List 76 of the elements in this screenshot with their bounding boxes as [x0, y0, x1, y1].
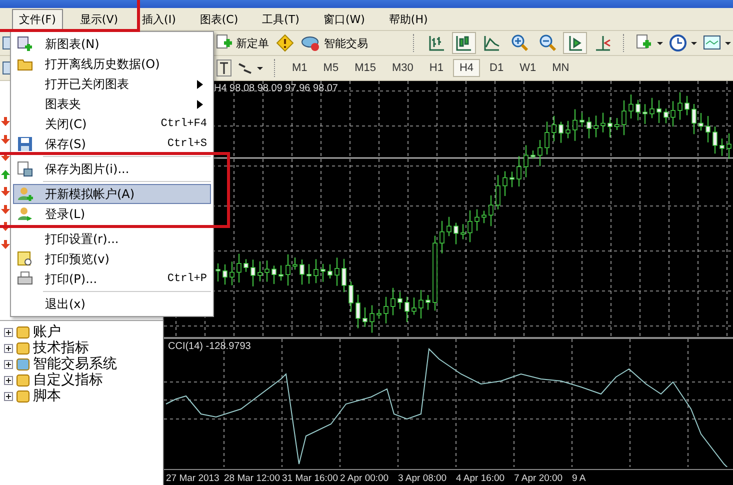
menu-entry[interactable]: 打开已关闭图表: [13, 74, 211, 94]
menu-item[interactable]: 帮助(H): [382, 8, 435, 30]
time-axis-label: 2 Apr 00:00: [340, 472, 390, 484]
folder-icon: [16, 373, 30, 387]
expert-advisors-button[interactable]: 智能交易: [298, 33, 371, 53]
printer-icon: [17, 271, 33, 287]
menu-entry[interactable]: 图表夹: [13, 94, 211, 114]
time-axis-label: 7 Apr 20:00: [514, 472, 564, 484]
user-arrow-icon: [17, 206, 33, 222]
navigator-item[interactable]: 技术指标: [33, 340, 89, 356]
bars-icon: [428, 34, 446, 52]
time-axis-label: 3 Apr 08:00: [398, 472, 448, 484]
navigator-item[interactable]: 自定义指标: [33, 372, 103, 388]
time-axis-label: 4 Apr 16:00: [456, 472, 506, 484]
expand-toggle-icon[interactable]: [4, 392, 13, 400]
timeframe-button[interactable]: W1: [514, 59, 542, 77]
expand-toggle-icon[interactable]: [4, 344, 13, 352]
navigator-item[interactable]: 账户: [33, 324, 61, 340]
price-header: H4 98.08 98.09 97.96 98.07: [214, 83, 338, 94]
zoomin-icon: [510, 34, 529, 52]
zoomout-icon: [538, 34, 557, 52]
folder-icon: [16, 357, 30, 371]
clock-icon[interactable]: [668, 34, 699, 52]
time-axis-label: 31 Mar 16:00: [282, 472, 339, 484]
timeframe-button[interactable]: D1: [484, 59, 510, 77]
indicator-label: CCI(14) -128.9793: [168, 341, 251, 352]
menu-entry[interactable]: 新图表(N): [13, 34, 211, 54]
expand-toggle-icon[interactable]: [4, 328, 13, 336]
print-preview-icon: [17, 251, 33, 267]
time-axis-label: 28 Mar 12:00: [224, 472, 281, 484]
template-icon[interactable]: [702, 34, 733, 52]
menu-entry[interactable]: 保存为图片(i)...: [13, 159, 211, 179]
new-chart-icon: [17, 36, 33, 52]
menu-entry[interactable]: 打印设置(r)...: [13, 229, 211, 249]
menu-item[interactable]: 窗口(W): [316, 8, 372, 30]
timeframe-button[interactable]: M5: [317, 59, 345, 77]
navigator-item[interactable]: 脚本: [33, 388, 61, 404]
menu-entry[interactable]: 保存(S) Ctrl+S: [13, 134, 211, 154]
add-user-icon: [17, 186, 33, 202]
menu-item[interactable]: 文件(F): [12, 8, 63, 30]
shift-tool-button[interactable]: [563, 32, 588, 54]
menu-entry[interactable]: 打开离线历史数据(O): [13, 54, 211, 74]
new-order-button[interactable]: 新定单: [212, 33, 272, 53]
folder-icon: [16, 389, 30, 403]
text-tool-icon[interactable]: [216, 59, 232, 77]
folder-icon: [16, 341, 30, 355]
timeframe-button[interactable]: M15: [348, 59, 382, 77]
time-axis-label: 27 Mar 2013: [166, 472, 220, 484]
menu-entry[interactable]: 退出(x): [13, 294, 211, 314]
menu-item[interactable]: 图表(C): [192, 8, 246, 30]
menu-entry[interactable]: 打印(P)... Ctrl+P: [13, 269, 211, 289]
timeframe-button[interactable]: M1: [286, 59, 314, 77]
timeframe-button[interactable]: MN: [546, 59, 576, 77]
time-axis-label: 9 A: [572, 472, 587, 484]
timeframe-button[interactable]: M30: [386, 59, 420, 77]
menu-item[interactable]: 工具(T): [255, 8, 306, 30]
candles-icon: [455, 34, 474, 52]
scroll-icon: [594, 34, 612, 52]
warning-icon[interactable]: [276, 34, 294, 52]
cloud-icon: [301, 34, 321, 52]
candles-tool-button[interactable]: [452, 32, 476, 54]
menu-entry[interactable]: 打印预览(v): [13, 249, 211, 269]
menu-item[interactable]: 插入(I): [135, 8, 183, 30]
save-icon: [17, 136, 33, 152]
menu-item[interactable]: 显示(V): [72, 8, 126, 30]
expand-toggle-icon[interactable]: [4, 360, 13, 368]
menu-entry[interactable]: 开新模拟帐户(A): [13, 184, 211, 204]
folder-icon: [16, 325, 30, 339]
line-icon: [483, 34, 502, 52]
menu-entry[interactable]: 关闭(C) Ctrl+F4: [13, 114, 211, 134]
expand-toggle-icon[interactable]: [4, 376, 13, 384]
timeframe-button[interactable]: H1: [423, 59, 450, 77]
timeframe-button[interactable]: H4: [453, 59, 480, 77]
picture-save-icon: [17, 161, 33, 177]
menu-entry[interactable]: 登录(L): [13, 204, 211, 224]
navigator-item[interactable]: 智能交易系统: [33, 356, 117, 372]
